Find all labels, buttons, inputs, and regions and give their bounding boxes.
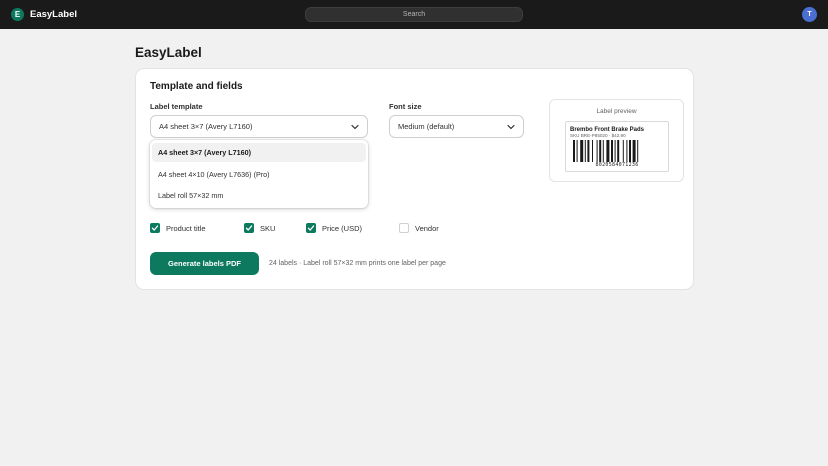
page-title: EasyLabel [135, 45, 202, 60]
product-title-label: Product title [166, 224, 206, 233]
font-size-value: Medium (default) [398, 122, 455, 131]
card-title: Template and fields [150, 81, 243, 92]
chevron-down-icon [351, 124, 359, 130]
price-label: Price (USD) [322, 224, 363, 233]
label-preview-panel: Label preview Brembo Front Brake Pads SK… [549, 99, 684, 182]
barcode-icon [573, 140, 639, 162]
template-option[interactable]: A4 sheet 4×10 (Avery L7636) (Pro) [152, 165, 366, 184]
app-name: EasyLabel [30, 9, 77, 20]
top-bar: E EasyLabel Search T [0, 0, 828, 29]
label-template-select[interactable]: A4 sheet 3×7 (Avery L7160) [150, 115, 368, 138]
user-avatar[interactable]: T [802, 7, 817, 22]
template-fields-card: Template and fields Label template A4 sh… [135, 68, 694, 290]
label-template-dropdown: A4 sheet 3×7 (Avery L7160) A4 sheet 4×10… [150, 140, 368, 208]
search-input[interactable]: Search [305, 7, 523, 22]
label-preview: Brembo Front Brake Pads SKU BRE-P85020 ·… [565, 121, 669, 172]
label-template-label: Label template [150, 102, 203, 111]
checkmark-icon [307, 225, 315, 231]
preview-meta: SKU BRE-P85020 · $42.90 [570, 133, 626, 138]
checkmark-icon [151, 225, 159, 231]
vendor-label: Vendor [415, 224, 439, 233]
checkmark-icon [245, 225, 253, 231]
label-preview-title: Label preview [596, 108, 637, 115]
sku-label: SKU [260, 224, 276, 233]
chevron-down-icon [507, 124, 515, 130]
font-size-label: Font size [389, 102, 422, 111]
template-option[interactable]: Label roll 57×32 mm [152, 186, 366, 205]
generate-labels-button[interactable]: Generate labels PDF [150, 252, 259, 275]
label-template-value: A4 sheet 3×7 (Avery L7160) [159, 122, 253, 131]
generate-hint: 24 labels · Label roll 57×32 mm prints o… [269, 260, 446, 267]
product-title-checkbox[interactable] [150, 223, 160, 233]
preview-barcode-number: 8020584071236 [595, 162, 639, 168]
font-size-select[interactable]: Medium (default) [389, 115, 524, 138]
price-checkbox[interactable] [306, 223, 316, 233]
app-logo-icon: E [11, 8, 24, 21]
sku-checkbox[interactable] [244, 223, 254, 233]
template-option[interactable]: A4 sheet 3×7 (Avery L7160) [152, 143, 366, 162]
vendor-checkbox[interactable] [399, 223, 409, 233]
